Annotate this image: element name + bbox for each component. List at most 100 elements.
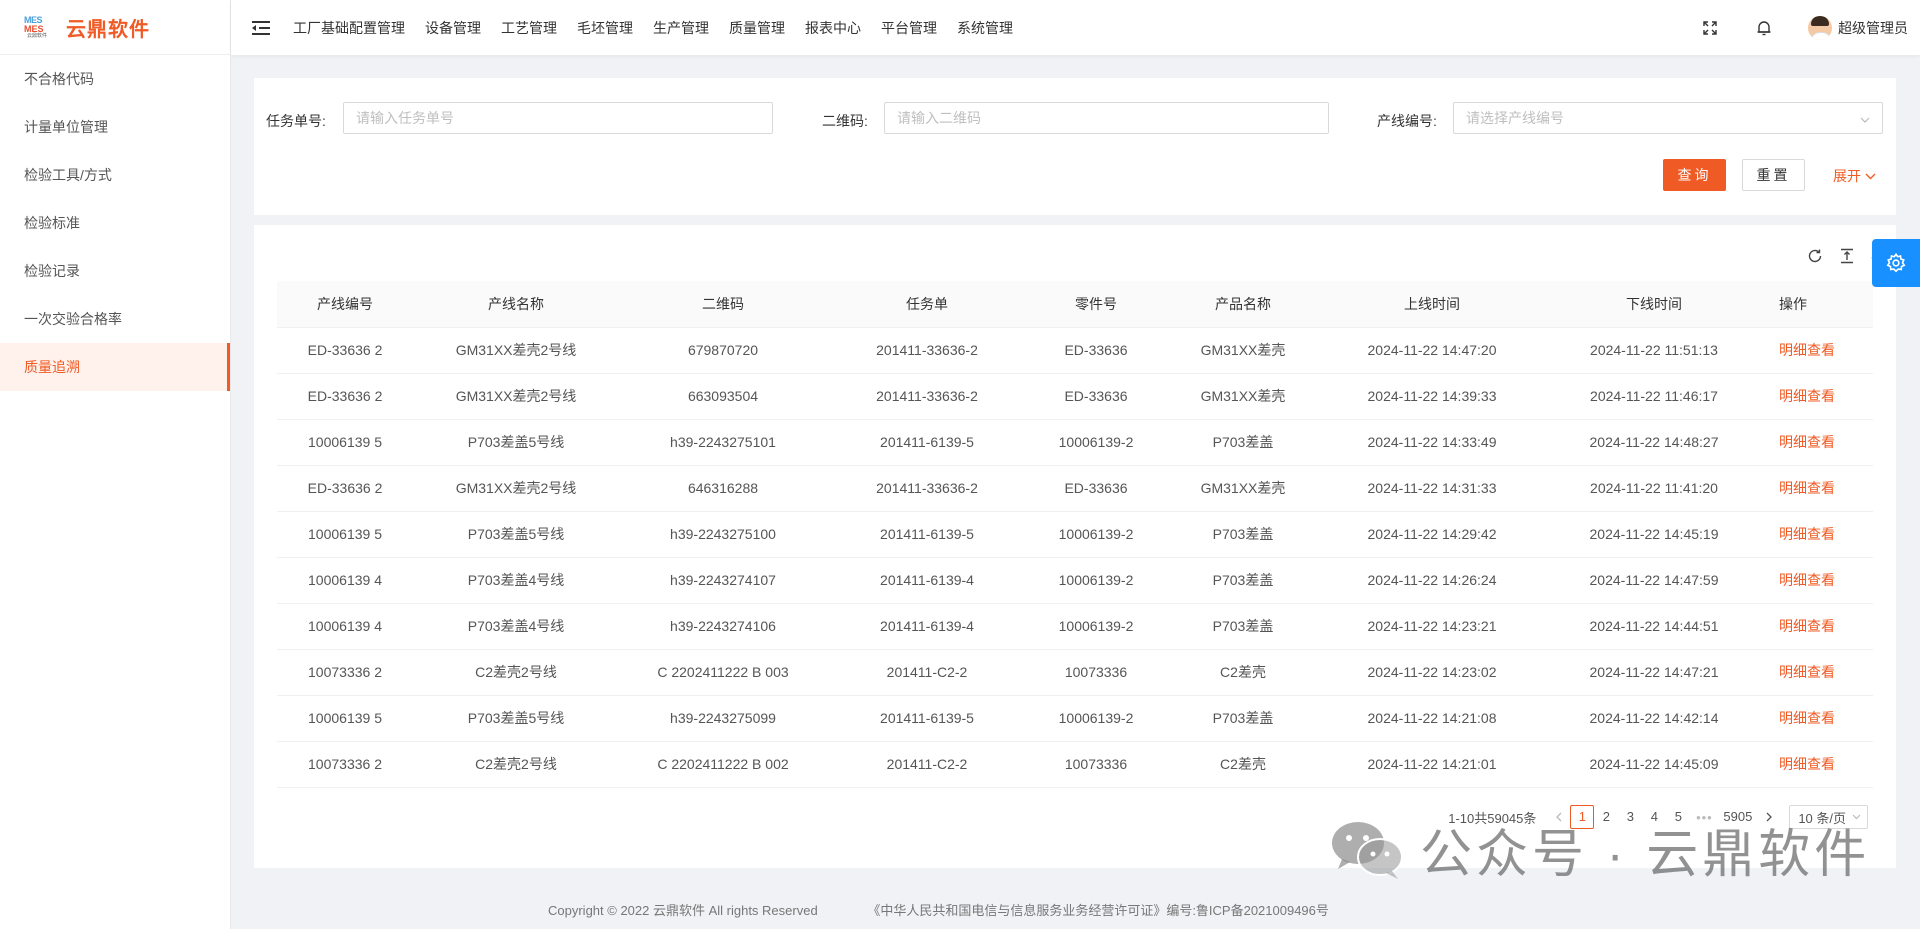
cell-qr-code: 679870720 [619, 327, 827, 374]
header-right: 超级管理员 [1700, 0, 1920, 55]
sidebar-item-quality-trace[interactable]: 质量追溯 [0, 343, 230, 391]
sidebar-item-first-pass-rate[interactable]: 一次交验合格率 [0, 295, 230, 343]
nav-blank[interactable]: 毛坯管理 [577, 18, 633, 38]
column-height-icon[interactable] [1838, 247, 1856, 265]
footer-license[interactable]: 《中华人民共和国电信与信息服务业务经营许可证》编号:鲁ICP备202100949… [867, 903, 1329, 918]
cell-product-name: P703差盖 [1165, 511, 1321, 558]
query-button[interactable]: 查询 [1663, 159, 1726, 191]
cell-qr-code: C 2202411222 B 003 [619, 649, 827, 696]
cell-product-name: P703差盖 [1165, 603, 1321, 650]
cell-line-name: P703差盖4号线 [413, 603, 619, 650]
col-offline-time: 下线时间 [1543, 281, 1765, 328]
sidebar-item-inspection-record[interactable]: 检验记录 [0, 247, 230, 295]
cell-line-no: 10073336 2 [277, 649, 413, 696]
theme-setting-button[interactable] [1872, 239, 1920, 287]
cell-qr-code: h39-2243274106 [619, 603, 827, 650]
sidebar-item-inspection-standard[interactable]: 检验标准 [0, 199, 230, 247]
nav-factory-config[interactable]: 工厂基础配置管理 [293, 18, 405, 38]
line-no-select[interactable]: 请选择产线编号 [1453, 102, 1883, 134]
footer-copyright: Copyright © 2022 云鼎软件 All rights Reserve… [548, 903, 818, 918]
detail-link[interactable]: 明细查看 [1779, 710, 1835, 726]
cell-action: 明细查看 [1765, 419, 1873, 466]
nav-system[interactable]: 系统管理 [957, 18, 1013, 38]
nav-reports[interactable]: 报表中心 [805, 18, 861, 38]
brand-logo[interactable]: MES MES 云鼎软件 云鼎软件 [0, 0, 230, 55]
sidebar-item-defect-code[interactable]: 不合格代码 [0, 55, 230, 103]
nav-quality[interactable]: 质量管理 [729, 18, 785, 38]
trace-table: 产线编号 产线名称 二维码 任务单 零件号 产品名称 上线时间 下线时间 操作 … [277, 281, 1873, 788]
sidebar-item-unit-management[interactable]: 计量单位管理 [0, 103, 230, 151]
detail-link[interactable]: 明细查看 [1779, 342, 1835, 358]
cell-line-name: GM31XX差壳2号线 [413, 465, 619, 512]
cell-action: 明细查看 [1765, 465, 1873, 512]
cell-task-no: 201411-33636-2 [827, 327, 1027, 374]
detail-link[interactable]: 明细查看 [1779, 388, 1835, 404]
cell-offline-time: 2024-11-22 11:46:17 [1543, 373, 1765, 420]
cell-part-no: ED-33636 [1027, 465, 1165, 512]
wechat-watermark: 公众号 · 云鼎软件 [1330, 812, 1870, 887]
fullscreen-icon[interactable] [1700, 18, 1720, 38]
cell-online-time: 2024-11-22 14:31:33 [1321, 465, 1543, 512]
expand-toggle[interactable]: 展开 [1833, 166, 1876, 186]
cell-offline-time: 2024-11-22 14:47:21 [1543, 649, 1765, 696]
cell-line-name: C2差壳2号线 [413, 741, 619, 788]
cell-product-name: GM31XX差壳 [1165, 327, 1321, 374]
user-name: 超级管理员 [1838, 19, 1908, 36]
table-row: ED-33636 2 GM31XX差壳2号线 663093504 201411-… [277, 373, 1873, 420]
nav-platform[interactable]: 平台管理 [881, 18, 937, 38]
table-row: ED-33636 2 GM31XX差壳2号线 646316288 201411-… [277, 465, 1873, 512]
qr-code-input[interactable] [884, 102, 1329, 134]
user-menu[interactable]: 超级管理员 [1808, 15, 1908, 40]
chevron-down-icon [1860, 110, 1870, 126]
detail-link[interactable]: 明细查看 [1779, 756, 1835, 772]
line-no-label: 产线编号: [1377, 113, 1437, 129]
cell-part-no: 10006139-2 [1027, 557, 1165, 604]
nav-equipment[interactable]: 设备管理 [425, 18, 481, 38]
result-table-card: 产线编号 产线名称 二维码 任务单 零件号 产品名称 上线时间 下线时间 操作 … [254, 225, 1896, 868]
cell-qr-code: h39-2243274107 [619, 557, 827, 604]
cell-task-no: 201411-C2-2 [827, 741, 1027, 788]
cell-offline-time: 2024-11-22 14:45:09 [1543, 741, 1765, 788]
reset-button[interactable]: 重置 [1742, 159, 1805, 191]
detail-link[interactable]: 明细查看 [1779, 526, 1835, 542]
cell-line-name: P703差盖5号线 [413, 419, 619, 466]
cell-line-name: C2差壳2号线 [413, 649, 619, 696]
nav-process[interactable]: 工艺管理 [501, 18, 557, 38]
cell-task-no: 201411-6139-5 [827, 695, 1027, 742]
detail-link[interactable]: 明细查看 [1779, 618, 1835, 634]
refresh-icon[interactable] [1806, 247, 1824, 265]
detail-link[interactable]: 明细查看 [1779, 480, 1835, 496]
cell-action: 明细查看 [1765, 511, 1873, 558]
cell-action: 明细查看 [1765, 649, 1873, 696]
cell-product-name: P703差盖 [1165, 419, 1321, 466]
cell-part-no: 10073336 [1027, 741, 1165, 788]
cell-qr-code: C 2202411222 B 002 [619, 741, 827, 788]
col-part-no: 零件号 [1027, 281, 1165, 328]
cell-line-no: 10006139 5 [277, 511, 413, 558]
bell-icon[interactable] [1754, 18, 1774, 38]
table-row: 10006139 5 P703差盖5号线 h39-2243275101 2014… [277, 419, 1873, 466]
detail-link[interactable]: 明细查看 [1779, 572, 1835, 588]
cell-part-no: 10006139-2 [1027, 695, 1165, 742]
cell-action: 明细查看 [1765, 373, 1873, 420]
cell-product-name: GM31XX差壳 [1165, 373, 1321, 420]
cell-line-no: 10006139 5 [277, 419, 413, 466]
cell-line-name: P703差盖5号线 [413, 511, 619, 558]
col-task-no: 任务单 [827, 281, 1027, 328]
sidebar-item-inspection-tools[interactable]: 检验工具/方式 [0, 151, 230, 199]
cell-line-no: 10006139 4 [277, 557, 413, 604]
cell-line-name: GM31XX差壳2号线 [413, 327, 619, 374]
cell-online-time: 2024-11-22 14:33:49 [1321, 419, 1543, 466]
detail-link[interactable]: 明细查看 [1779, 664, 1835, 680]
task-no-input[interactable] [343, 102, 773, 134]
cell-product-name: GM31XX差壳 [1165, 465, 1321, 512]
cell-line-no: 10073336 2 [277, 741, 413, 788]
cell-part-no: 10006139-2 [1027, 511, 1165, 558]
detail-link[interactable]: 明细查看 [1779, 434, 1835, 450]
cell-action: 明细查看 [1765, 695, 1873, 742]
table-row: 10006139 5 P703差盖5号线 h39-2243275099 2014… [277, 695, 1873, 742]
cell-task-no: 201411-33636-2 [827, 465, 1027, 512]
cell-qr-code: h39-2243275100 [619, 511, 827, 558]
menu-fold-icon[interactable] [251, 18, 271, 38]
nav-production[interactable]: 生产管理 [653, 18, 709, 38]
